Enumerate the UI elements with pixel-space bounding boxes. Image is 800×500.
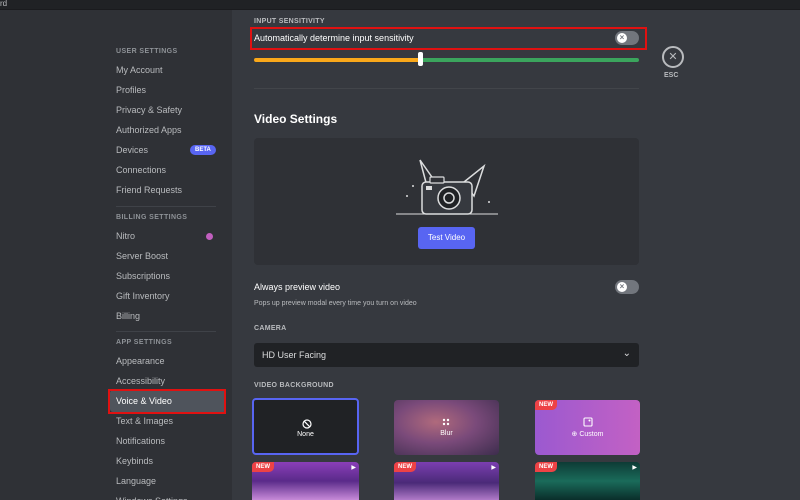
background-none-card[interactable]: None bbox=[252, 398, 359, 455]
settings-sidebar: USER SETTINGS My Account Profiles Privac… bbox=[0, 10, 232, 500]
always-preview-toggle[interactable]: × bbox=[615, 280, 639, 294]
test-video-button[interactable]: Test Video bbox=[418, 227, 475, 249]
background-blur-card[interactable]: Blur bbox=[394, 400, 499, 455]
sidebar-item-gift-inventory[interactable]: Gift Inventory bbox=[110, 285, 226, 307]
background-none-label: None bbox=[297, 431, 314, 438]
background-custom-card[interactable]: NEW ⊕ Custom bbox=[535, 400, 640, 455]
sidebar-divider bbox=[116, 331, 216, 332]
new-badge: NEW bbox=[394, 462, 416, 472]
sidebar-item-subscriptions[interactable]: Subscriptions bbox=[110, 265, 226, 287]
blur-icon bbox=[442, 418, 450, 426]
play-icon: ▶ bbox=[632, 465, 637, 471]
auto-sensitivity-label: Automatically determine input sensitivit… bbox=[254, 33, 414, 43]
video-background-header: VIDEO BACKGROUND bbox=[254, 382, 334, 389]
esc-label: ESC bbox=[664, 72, 679, 79]
camera-select[interactable]: HD User Facing ⌄ bbox=[254, 343, 639, 367]
sidebar-item-server-boost[interactable]: Server Boost bbox=[110, 245, 226, 267]
sidebar-item-keybinds[interactable]: Keybinds bbox=[110, 450, 226, 472]
new-badge: NEW bbox=[252, 462, 274, 472]
user-settings-header: USER SETTINGS bbox=[116, 48, 178, 55]
background-theme-card[interactable]: NEW ▶ bbox=[535, 462, 640, 500]
sidebar-item-windows-settings[interactable]: Windows Settings bbox=[110, 490, 226, 500]
sidebar-item-privacy-safety[interactable]: Privacy & Safety bbox=[110, 99, 226, 121]
app-settings-header: APP SETTINGS bbox=[116, 339, 173, 346]
sidebar-item-appearance[interactable]: Appearance bbox=[110, 350, 226, 372]
play-icon: ▶ bbox=[491, 465, 496, 471]
new-badge: NEW bbox=[535, 462, 557, 472]
close-icon[interactable]: ✕ bbox=[662, 46, 684, 68]
sidebar-item-my-account[interactable]: My Account bbox=[110, 59, 226, 81]
slider-rest bbox=[420, 58, 639, 62]
background-custom-text: Custom bbox=[579, 431, 604, 438]
image-upload-icon bbox=[583, 417, 593, 427]
sidebar-item-authorized-apps[interactable]: Authorized Apps bbox=[110, 119, 226, 141]
background-blur-label: Blur bbox=[440, 430, 453, 437]
input-sensitivity-header: INPUT SENSITIVITY bbox=[254, 18, 325, 25]
billing-settings-header: BILLING SETTINGS bbox=[116, 214, 188, 221]
sidebar-item-nitro-label: Nitro bbox=[116, 231, 136, 241]
sidebar-item-connections[interactable]: Connections bbox=[110, 159, 226, 181]
sidebar-item-text-images[interactable]: Text & Images bbox=[110, 410, 226, 432]
sidebar-item-nitro[interactable]: Nitro bbox=[110, 225, 226, 247]
camera-header: CAMERA bbox=[254, 325, 287, 332]
sidebar-divider bbox=[116, 206, 216, 207]
sidebar-item-accessibility[interactable]: Accessibility bbox=[110, 370, 226, 392]
chevron-down-icon: ⌄ bbox=[622, 348, 631, 359]
background-custom-label: ⊕ Custom bbox=[535, 430, 640, 438]
slider-fill bbox=[254, 58, 420, 62]
camera-select-value: HD User Facing bbox=[262, 350, 327, 360]
toggle-off-icon: × bbox=[617, 282, 627, 292]
background-theme-card[interactable]: NEW ▶ bbox=[252, 462, 359, 500]
slider-handle[interactable] bbox=[418, 52, 423, 66]
always-preview-label: Always preview video bbox=[254, 282, 341, 292]
camera-illustration-icon bbox=[396, 159, 498, 215]
video-preview: Test Video bbox=[254, 138, 639, 265]
beta-badge: BETA bbox=[190, 145, 216, 155]
sidebar-item-notifications[interactable]: Notifications bbox=[110, 430, 226, 452]
app-title: rd bbox=[0, 0, 8, 8]
window-titlebar: rd bbox=[0, 0, 800, 10]
sidebar-item-friend-requests[interactable]: Friend Requests bbox=[110, 179, 226, 201]
sidebar-item-profiles[interactable]: Profiles bbox=[110, 79, 226, 101]
sidebar-item-voice-video[interactable]: Voice & Video bbox=[110, 390, 226, 412]
play-icon: ▶ bbox=[351, 465, 356, 471]
section-divider bbox=[254, 88, 639, 89]
new-badge: NEW bbox=[535, 400, 557, 410]
auto-sensitivity-toggle[interactable]: × bbox=[615, 31, 639, 45]
always-preview-description: Pops up preview modal every time you tur… bbox=[254, 300, 417, 307]
input-sensitivity-slider[interactable] bbox=[254, 58, 639, 62]
sidebar-item-devices[interactable]: Devices BETA bbox=[110, 139, 226, 161]
nitro-icon bbox=[206, 233, 213, 240]
sidebar-item-language[interactable]: Language bbox=[110, 470, 226, 492]
background-theme-card[interactable]: NEW ▶ bbox=[394, 462, 499, 500]
sidebar-item-billing[interactable]: Billing bbox=[110, 305, 226, 327]
video-settings-title: Video Settings bbox=[254, 112, 338, 126]
toggle-off-icon: × bbox=[617, 33, 627, 43]
sidebar-item-devices-label: Devices bbox=[116, 145, 149, 155]
none-icon bbox=[302, 419, 312, 429]
